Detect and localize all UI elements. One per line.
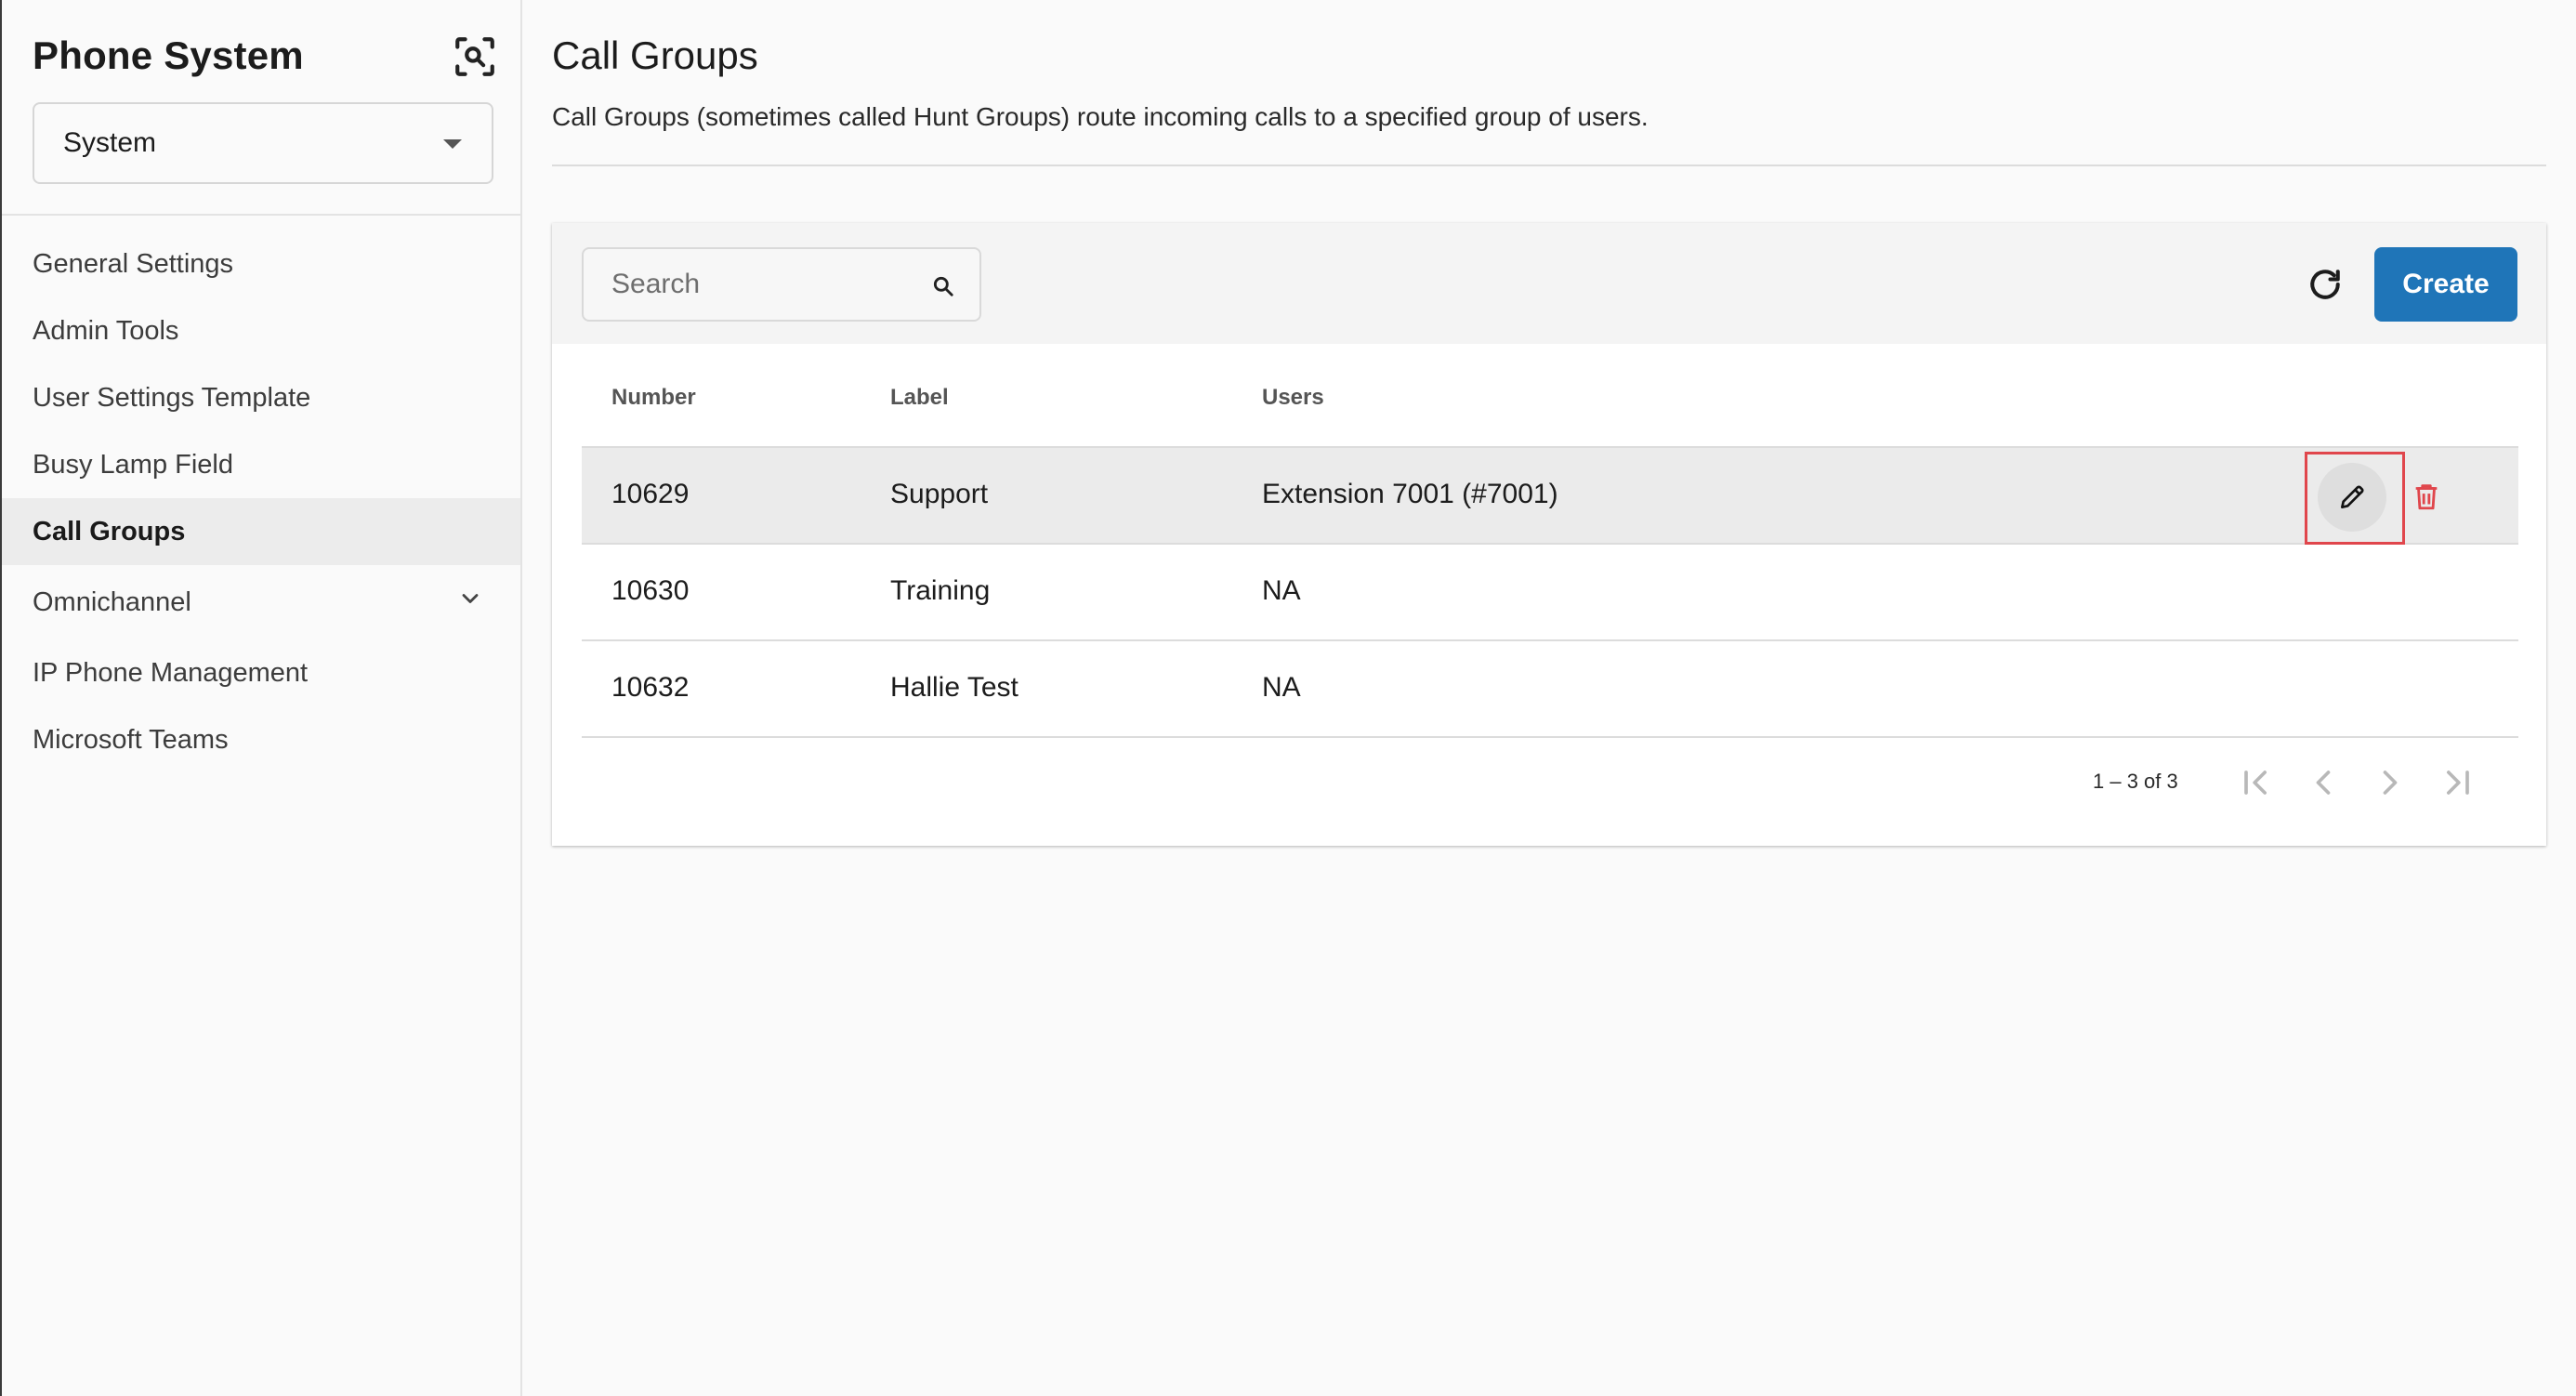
sidebar-nav: General Settings Admin Tools User Settin…: [2, 230, 520, 773]
call-groups-table: Number Label Users 10629 Support Extensi…: [582, 344, 2518, 738]
call-groups-card: Create Number Label Users 10629 Support …: [552, 223, 2546, 846]
trash-icon: [2415, 484, 2438, 510]
refresh-icon: [2310, 270, 2340, 299]
column-header-number[interactable]: Number: [611, 385, 696, 411]
sidebar-item-admin-tools[interactable]: Admin Tools: [2, 297, 520, 364]
sidebar-item-label: General Settings: [33, 248, 234, 279]
chevron-right-icon: [2383, 770, 2398, 795]
create-button[interactable]: Create: [2374, 247, 2517, 322]
page-description: Call Groups (sometimes called Hunt Group…: [552, 102, 1649, 131]
edit-button[interactable]: [2318, 463, 2386, 532]
system-select-value: System: [63, 127, 157, 158]
sidebar-header: Phone System System: [2, 0, 520, 216]
toolbar: Create: [552, 223, 2546, 344]
sidebar-item-label: IP Phone Management: [33, 657, 309, 688]
sidebar-item-label: Admin Tools: [33, 315, 179, 346]
search-input[interactable]: [584, 249, 900, 320]
table-header: Number Label Users: [582, 344, 2518, 448]
search-box: [582, 247, 981, 322]
first-page-icon: [2244, 770, 2267, 795]
chevron-down-icon[interactable]: [457, 586, 483, 612]
sidebar-item-omnichannel[interactable]: Omnichannel: [2, 565, 520, 639]
cell-users: NA: [1262, 672, 1301, 703]
sidebar-item-user-settings-template[interactable]: User Settings Template: [2, 364, 520, 431]
table-row[interactable]: 10632 Hallie Test NA: [582, 641, 2518, 738]
cell-users: Extension 7001 (#7001): [1262, 479, 1558, 509]
sidebar-item-general-settings[interactable]: General Settings: [2, 230, 520, 297]
cell-number: 10632: [611, 672, 690, 703]
cell-number: 10629: [611, 479, 690, 509]
cell-label: Support: [890, 479, 989, 509]
last-page-button[interactable]: [2437, 762, 2477, 803]
sidebar-item-ip-phone-management[interactable]: IP Phone Management: [2, 639, 520, 706]
cell-label: Training: [890, 575, 991, 606]
search-icon: [931, 274, 955, 298]
sidebar-item-call-groups[interactable]: Call Groups: [2, 498, 520, 565]
delete-button[interactable]: [2411, 480, 2442, 513]
sidebar-item-busy-lamp-field[interactable]: Busy Lamp Field: [2, 431, 520, 498]
cell-users: NA: [1262, 575, 1301, 606]
table-row[interactable]: 10630 Training NA: [582, 545, 2518, 641]
qr-scan-icon[interactable]: [452, 33, 498, 80]
sidebar-item-label: Busy Lamp Field: [33, 449, 233, 480]
system-select[interactable]: System: [33, 102, 493, 184]
chevron-left-icon: [2316, 770, 2331, 795]
caret-down-icon: [443, 139, 462, 149]
last-page-icon: [2447, 770, 2469, 795]
sidebar: Phone System System General Settings Adm…: [0, 0, 522, 1396]
previous-page-button[interactable]: [2303, 762, 2344, 803]
next-page-button[interactable]: [2370, 762, 2411, 803]
table-row[interactable]: 10629 Support Extension 7001 (#7001): [582, 448, 2518, 545]
page-title: Call Groups: [552, 33, 758, 77]
sidebar-item-label: Call Groups: [33, 516, 186, 547]
pencil-icon: [2341, 485, 2364, 508]
sidebar-item-label: Omnichannel: [33, 586, 191, 617]
sidebar-item-microsoft-teams[interactable]: Microsoft Teams: [2, 706, 520, 773]
column-header-label[interactable]: Label: [890, 385, 949, 411]
sidebar-item-label: User Settings Template: [33, 382, 311, 413]
divider: [552, 165, 2546, 166]
column-header-users[interactable]: Users: [1262, 385, 1324, 411]
refresh-button[interactable]: [2305, 264, 2346, 305]
cell-number: 10630: [611, 575, 690, 606]
cell-label: Hallie Test: [890, 672, 1019, 703]
sidebar-item-label: Microsoft Teams: [33, 724, 229, 755]
paginator-range-label: 1 – 3 of 3: [2093, 770, 2178, 793]
app-title: Phone System: [33, 33, 304, 77]
first-page-button[interactable]: [2236, 762, 2277, 803]
paginator: 1 – 3 of 3: [552, 744, 2546, 818]
